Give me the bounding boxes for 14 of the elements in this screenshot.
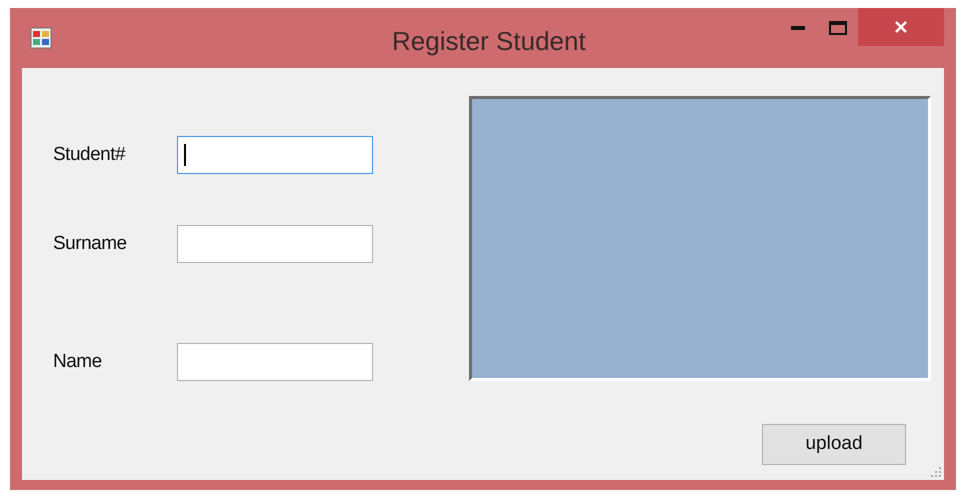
input-field[interactable]: [177, 225, 373, 263]
maximize-icon: [829, 21, 847, 35]
input-field[interactable]: [177, 136, 373, 174]
text-cursor: [184, 144, 186, 166]
close-icon: [894, 20, 908, 34]
resize-grip-icon: [930, 466, 942, 478]
window-title: Register Student: [392, 25, 586, 58]
field-label: Name: [53, 350, 103, 374]
app-icon: [30, 27, 52, 49]
minimize-icon: [791, 26, 805, 30]
upload-button[interactable]: upload: [762, 424, 906, 465]
input-field[interactable]: [177, 343, 373, 381]
field-label: Student#: [53, 142, 126, 167]
field-label: Surname: [53, 232, 128, 256]
